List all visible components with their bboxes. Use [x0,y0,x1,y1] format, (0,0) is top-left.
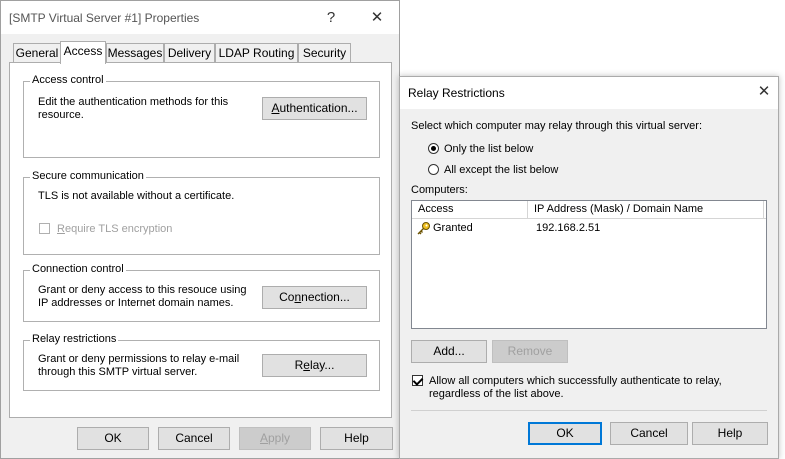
relay-restrictions-dialog: Relay Restrictions ✕ Select which comput… [399,76,779,459]
column-access[interactable]: Access [412,201,528,219]
access-tab-panel: Access control Edit the authentication m… [9,62,392,418]
cancel-button[interactable]: Cancel [158,427,230,450]
title-bar: [SMTP Virtual Server #1] Properties ? ✕ [1,1,399,34]
tls-status-text: TLS is not available without a certifica… [38,190,235,202]
row-address: 192.168.2.51 [536,222,601,234]
only-list-label: Only the list below [444,143,534,155]
tab-delivery[interactable]: Delivery [164,43,215,63]
access-control-text: Edit the authentication methods for this… [38,96,229,121]
key-icon [416,221,430,235]
relay-cancel-button[interactable]: Cancel [610,422,688,445]
access-control-group: Access control Edit the authentication m… [23,74,380,158]
remove-button[interactable]: Remove [492,340,568,363]
connection-control-text: Grant or deny access to this resouce usi… [38,284,247,309]
table-row[interactable]: Granted 192.168.2.51 [412,220,766,237]
add-button[interactable]: Add... [411,340,487,363]
computers-label: Computers: [411,184,468,196]
authentication-button[interactable]: Authentication... [262,97,367,120]
relay-instruction: Select which computer may relay through … [411,120,703,132]
only-list-radio[interactable] [428,143,439,154]
tab-ldap-routing[interactable]: LDAP Routing [215,43,298,63]
row-access: Granted [433,222,473,234]
smtp-properties-dialog: [SMTP Virtual Server #1] Properties ? ✕ … [0,0,400,459]
close-icon[interactable]: ✕ [365,7,389,29]
group-label: Connection control [30,263,126,275]
connection-button[interactable]: Connection... [262,286,367,309]
tab-general[interactable]: General [13,43,61,63]
group-label: Relay restrictions [30,333,119,345]
column-address[interactable]: IP Address (Mask) / Domain Name [528,201,764,219]
group-label: Access control [30,74,106,86]
tab-security[interactable]: Security [298,43,351,63]
all-except-radio[interactable] [428,164,439,175]
relay-ok-button[interactable]: OK [528,422,602,445]
group-label: Secure communication [30,170,146,182]
secure-communication-group: Secure communication TLS is not availabl… [23,170,380,255]
close-icon[interactable]: ✕ [752,81,776,103]
apply-button[interactable]: Apply [239,427,311,450]
help-button[interactable]: Help [320,427,393,450]
relay-restrictions-group: Relay restrictions Grant or deny permiss… [23,333,380,391]
allow-authenticated-label: Allow all computers which successfully a… [429,375,722,400]
dialog-title: Relay Restrictions [408,86,505,100]
tab-messages[interactable]: Messages [106,43,164,63]
list-header: Access IP Address (Mask) / Domain Name [412,201,766,219]
help-title-button[interactable]: ? [319,7,343,29]
require-tls-label: Require TLS encryption [57,223,173,235]
relay-restrictions-text: Grant or deny permissions to relay e-mai… [38,353,240,378]
all-except-label: All except the list below [444,164,559,176]
dialog-title: [SMTP Virtual Server #1] Properties [9,11,200,25]
title-bar: Relay Restrictions ✕ [400,77,778,109]
tab-access[interactable]: Access [60,41,106,64]
relay-button[interactable]: Relay... [262,354,367,377]
ok-button[interactable]: OK [77,427,149,450]
allow-authenticated-checkbox[interactable] [412,375,423,386]
connection-control-group: Connection control Grant or deny access … [23,263,380,322]
computers-list[interactable]: Access IP Address (Mask) / Domain Name G… [411,200,767,329]
relay-help-button[interactable]: Help [692,422,768,445]
require-tls-checkbox[interactable] [39,223,50,234]
footer-divider [411,410,767,411]
